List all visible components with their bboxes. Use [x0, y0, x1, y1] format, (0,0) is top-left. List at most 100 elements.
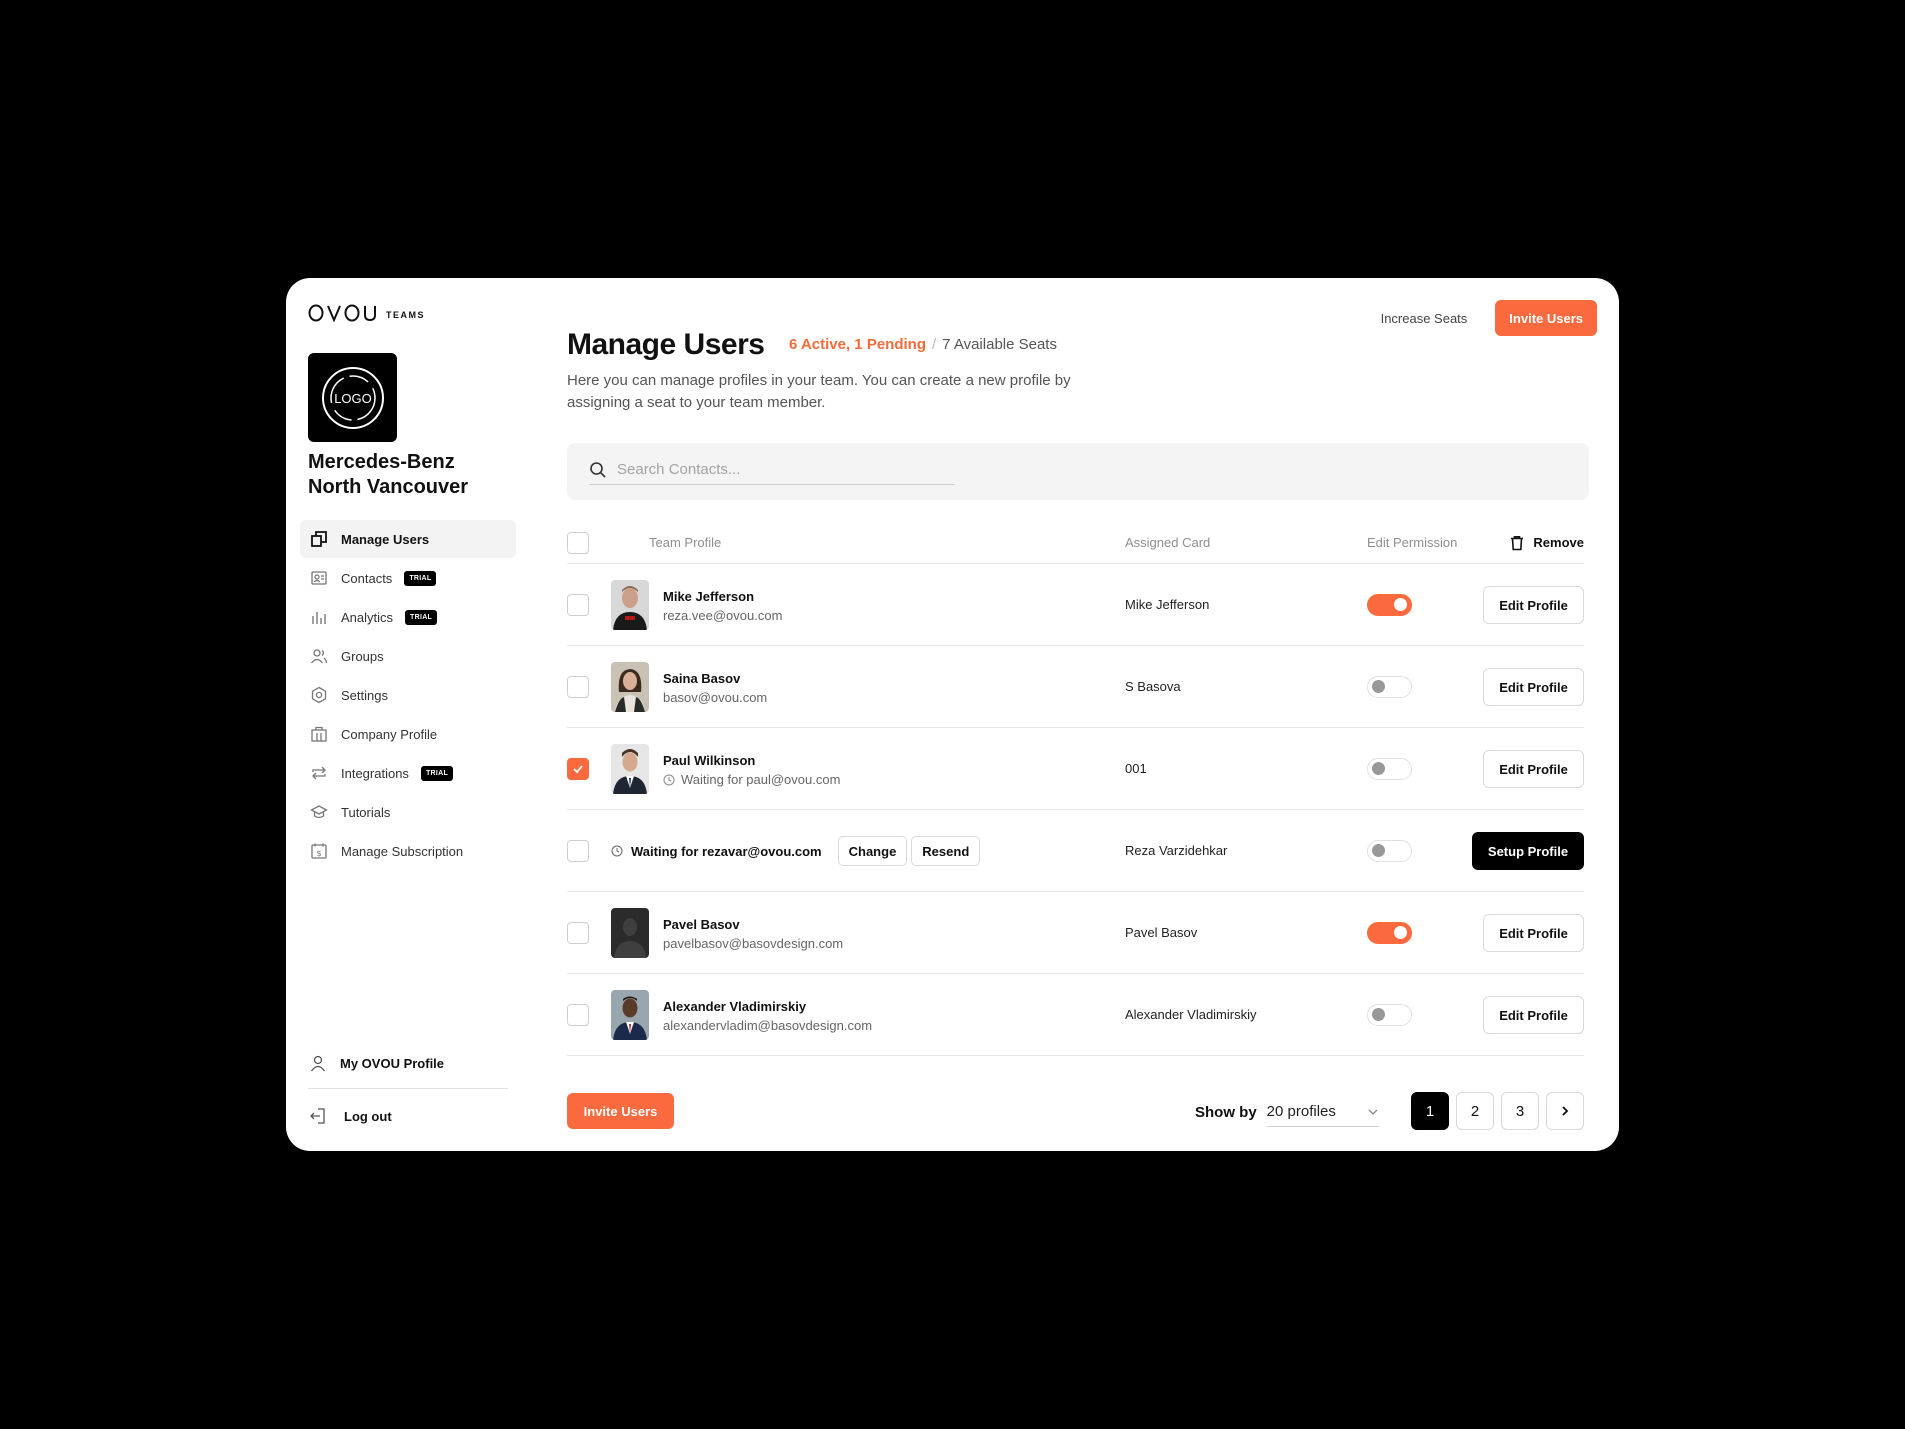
edit-profile-button[interactable]: Edit Profile: [1483, 996, 1584, 1034]
row-checkbox[interactable]: [567, 594, 589, 616]
edit-profile-button[interactable]: Edit Profile: [1483, 668, 1584, 706]
edit-permission-toggle[interactable]: [1367, 676, 1412, 698]
sidebar-item-label: Manage Subscription: [341, 843, 464, 859]
table-row: Alexander Vladimirskiy alexandervladim@b…: [567, 974, 1584, 1056]
resend-button[interactable]: Resend: [911, 836, 981, 866]
edit-profile-button[interactable]: Edit Profile: [1483, 914, 1584, 952]
sidebar-item-manage-subscription[interactable]: $ Manage Subscription: [300, 832, 516, 870]
sidebar-item-analytics[interactable]: Analytics TRIAL: [300, 598, 516, 636]
my-profile-label: My OVOU Profile: [340, 1055, 445, 1071]
sidebar-item-label: Settings: [341, 687, 388, 703]
logout-link[interactable]: Log out: [308, 1103, 508, 1129]
search-bar: [567, 443, 1589, 500]
user-icon: [308, 1054, 328, 1072]
divider: [308, 1088, 508, 1089]
invite-users-button[interactable]: Invite Users: [1495, 300, 1597, 336]
row-checkbox[interactable]: [567, 758, 589, 780]
user-email: reza.vee@ovou.com: [663, 608, 782, 623]
active-pending-count: 6 Active, 1 Pending: [789, 336, 926, 353]
svg-text:$: $: [316, 849, 321, 858]
pagination: 1 2 3: [1411, 1092, 1584, 1130]
toggle-knob: [1394, 598, 1407, 611]
edit-permission-toggle[interactable]: [1367, 922, 1412, 944]
show-by-select[interactable]: 20 profiles: [1266, 1097, 1379, 1127]
search-field: [589, 455, 955, 485]
sidebar-nav: Manage Users Contacts TRIAL Analytics TR…: [300, 520, 516, 871]
table-header: Team Profile Assigned Card Edit Permissi…: [567, 522, 1584, 564]
assigned-card: Reza Varzidehkar: [1125, 843, 1228, 858]
row-checkbox[interactable]: [567, 676, 589, 698]
next-page-button[interactable]: [1546, 1092, 1584, 1130]
edit-profile-button[interactable]: Edit Profile: [1483, 586, 1584, 624]
sidebar-item-company-profile[interactable]: Company Profile: [300, 715, 516, 753]
invite-users-footer-button[interactable]: Invite Users: [567, 1093, 674, 1129]
edit-permission-toggle[interactable]: [1367, 594, 1412, 616]
top-actions: Increase Seats Invite Users: [1381, 300, 1597, 336]
row-checkbox[interactable]: [567, 922, 589, 944]
sidebar-item-label: Integrations: [341, 765, 409, 781]
search-input[interactable]: [617, 461, 937, 478]
search-icon: [589, 461, 607, 479]
change-button[interactable]: Change: [837, 836, 908, 866]
edit-permission-toggle[interactable]: [1367, 840, 1412, 862]
page-1-button[interactable]: 1: [1411, 1092, 1449, 1130]
edit-profile-button[interactable]: Edit Profile: [1483, 750, 1584, 788]
swap-icon: [309, 763, 329, 783]
assigned-card: Pavel Basov: [1125, 925, 1198, 940]
clock-icon: [663, 774, 675, 785]
avatar: [611, 744, 649, 794]
avatar: [611, 580, 649, 630]
building-icon: [309, 724, 329, 744]
remove-label: Remove: [1533, 535, 1584, 550]
table-row: Pavel Basov pavelbasov@basovdesign.com P…: [567, 892, 1584, 974]
select-all-checkbox[interactable]: [567, 532, 589, 554]
sidebar-item-manage-users[interactable]: Manage Users: [300, 520, 516, 558]
page-2-button[interactable]: 2: [1456, 1092, 1494, 1130]
table-row: Waiting for rezavar@ovou.com Change Rese…: [567, 810, 1584, 892]
row-checkbox[interactable]: [567, 1004, 589, 1026]
sidebar-item-label: Analytics: [341, 609, 394, 625]
setup-profile-button[interactable]: Setup Profile: [1472, 832, 1584, 870]
my-profile-link[interactable]: My OVOU Profile: [308, 1050, 508, 1076]
sidebar-item-settings[interactable]: Settings: [300, 676, 516, 714]
page-subtitle: Here you can manage profiles in your tea…: [567, 372, 1071, 411]
page-3-button[interactable]: 3: [1501, 1092, 1539, 1130]
sidebar-item-tutorials[interactable]: Tutorials: [300, 793, 516, 831]
trash-icon: [1511, 535, 1524, 550]
clock-icon: [611, 845, 623, 857]
toggle-knob: [1372, 762, 1385, 775]
group-icon: [309, 646, 329, 666]
edit-permission-toggle[interactable]: [1367, 1004, 1412, 1026]
user-email: basov@ovou.com: [663, 690, 767, 705]
increase-seats-button[interactable]: Increase Seats: [1381, 311, 1468, 326]
toggle-knob: [1372, 680, 1385, 693]
sidebar-item-contacts[interactable]: Contacts TRIAL: [300, 559, 516, 597]
logo-text: LOGO: [334, 391, 372, 406]
sidebar-item-integrations[interactable]: Integrations TRIAL: [300, 754, 516, 792]
user-email-text: basov@ovou.com: [663, 690, 768, 705]
user-email-text: alexandervladim@basovdesign.com: [663, 1018, 873, 1033]
table-row: Paul Wilkinson Waiting for paul@ovou.com…: [567, 728, 1584, 810]
assigned-card: S Basova: [1125, 679, 1181, 694]
user-name: Mike Jefferson: [663, 589, 755, 604]
sidebar-item-groups[interactable]: Groups: [300, 637, 516, 675]
remove-button[interactable]: Remove: [1509, 535, 1584, 551]
row-checkbox[interactable]: [567, 840, 589, 862]
page-title: Manage Users: [567, 328, 765, 361]
sidebar-item-label: Manage Users: [341, 531, 430, 547]
avatar: [611, 990, 649, 1040]
logout-icon: [308, 1107, 328, 1125]
edit-permission-toggle[interactable]: [1367, 758, 1412, 780]
sidebar-item-label: Tutorials: [341, 804, 391, 820]
table-row: Saina Basov basov@ovou.com S Basova Edit…: [567, 646, 1584, 728]
toggle-knob: [1372, 844, 1385, 857]
sidebar-item-label: Contacts: [341, 570, 393, 586]
brand-logo[interactable]: TEAMS: [308, 304, 425, 322]
sidebar-item-label: Groups: [341, 648, 384, 664]
contacts-icon: [309, 568, 329, 588]
gear-icon: [309, 685, 329, 705]
user-name: Alexander Vladimirskiy: [663, 999, 807, 1014]
users-table: Team Profile Assigned Card Edit Permissi…: [567, 522, 1584, 1056]
brand-sub: TEAMS: [386, 309, 425, 320]
check-icon: [573, 765, 583, 774]
